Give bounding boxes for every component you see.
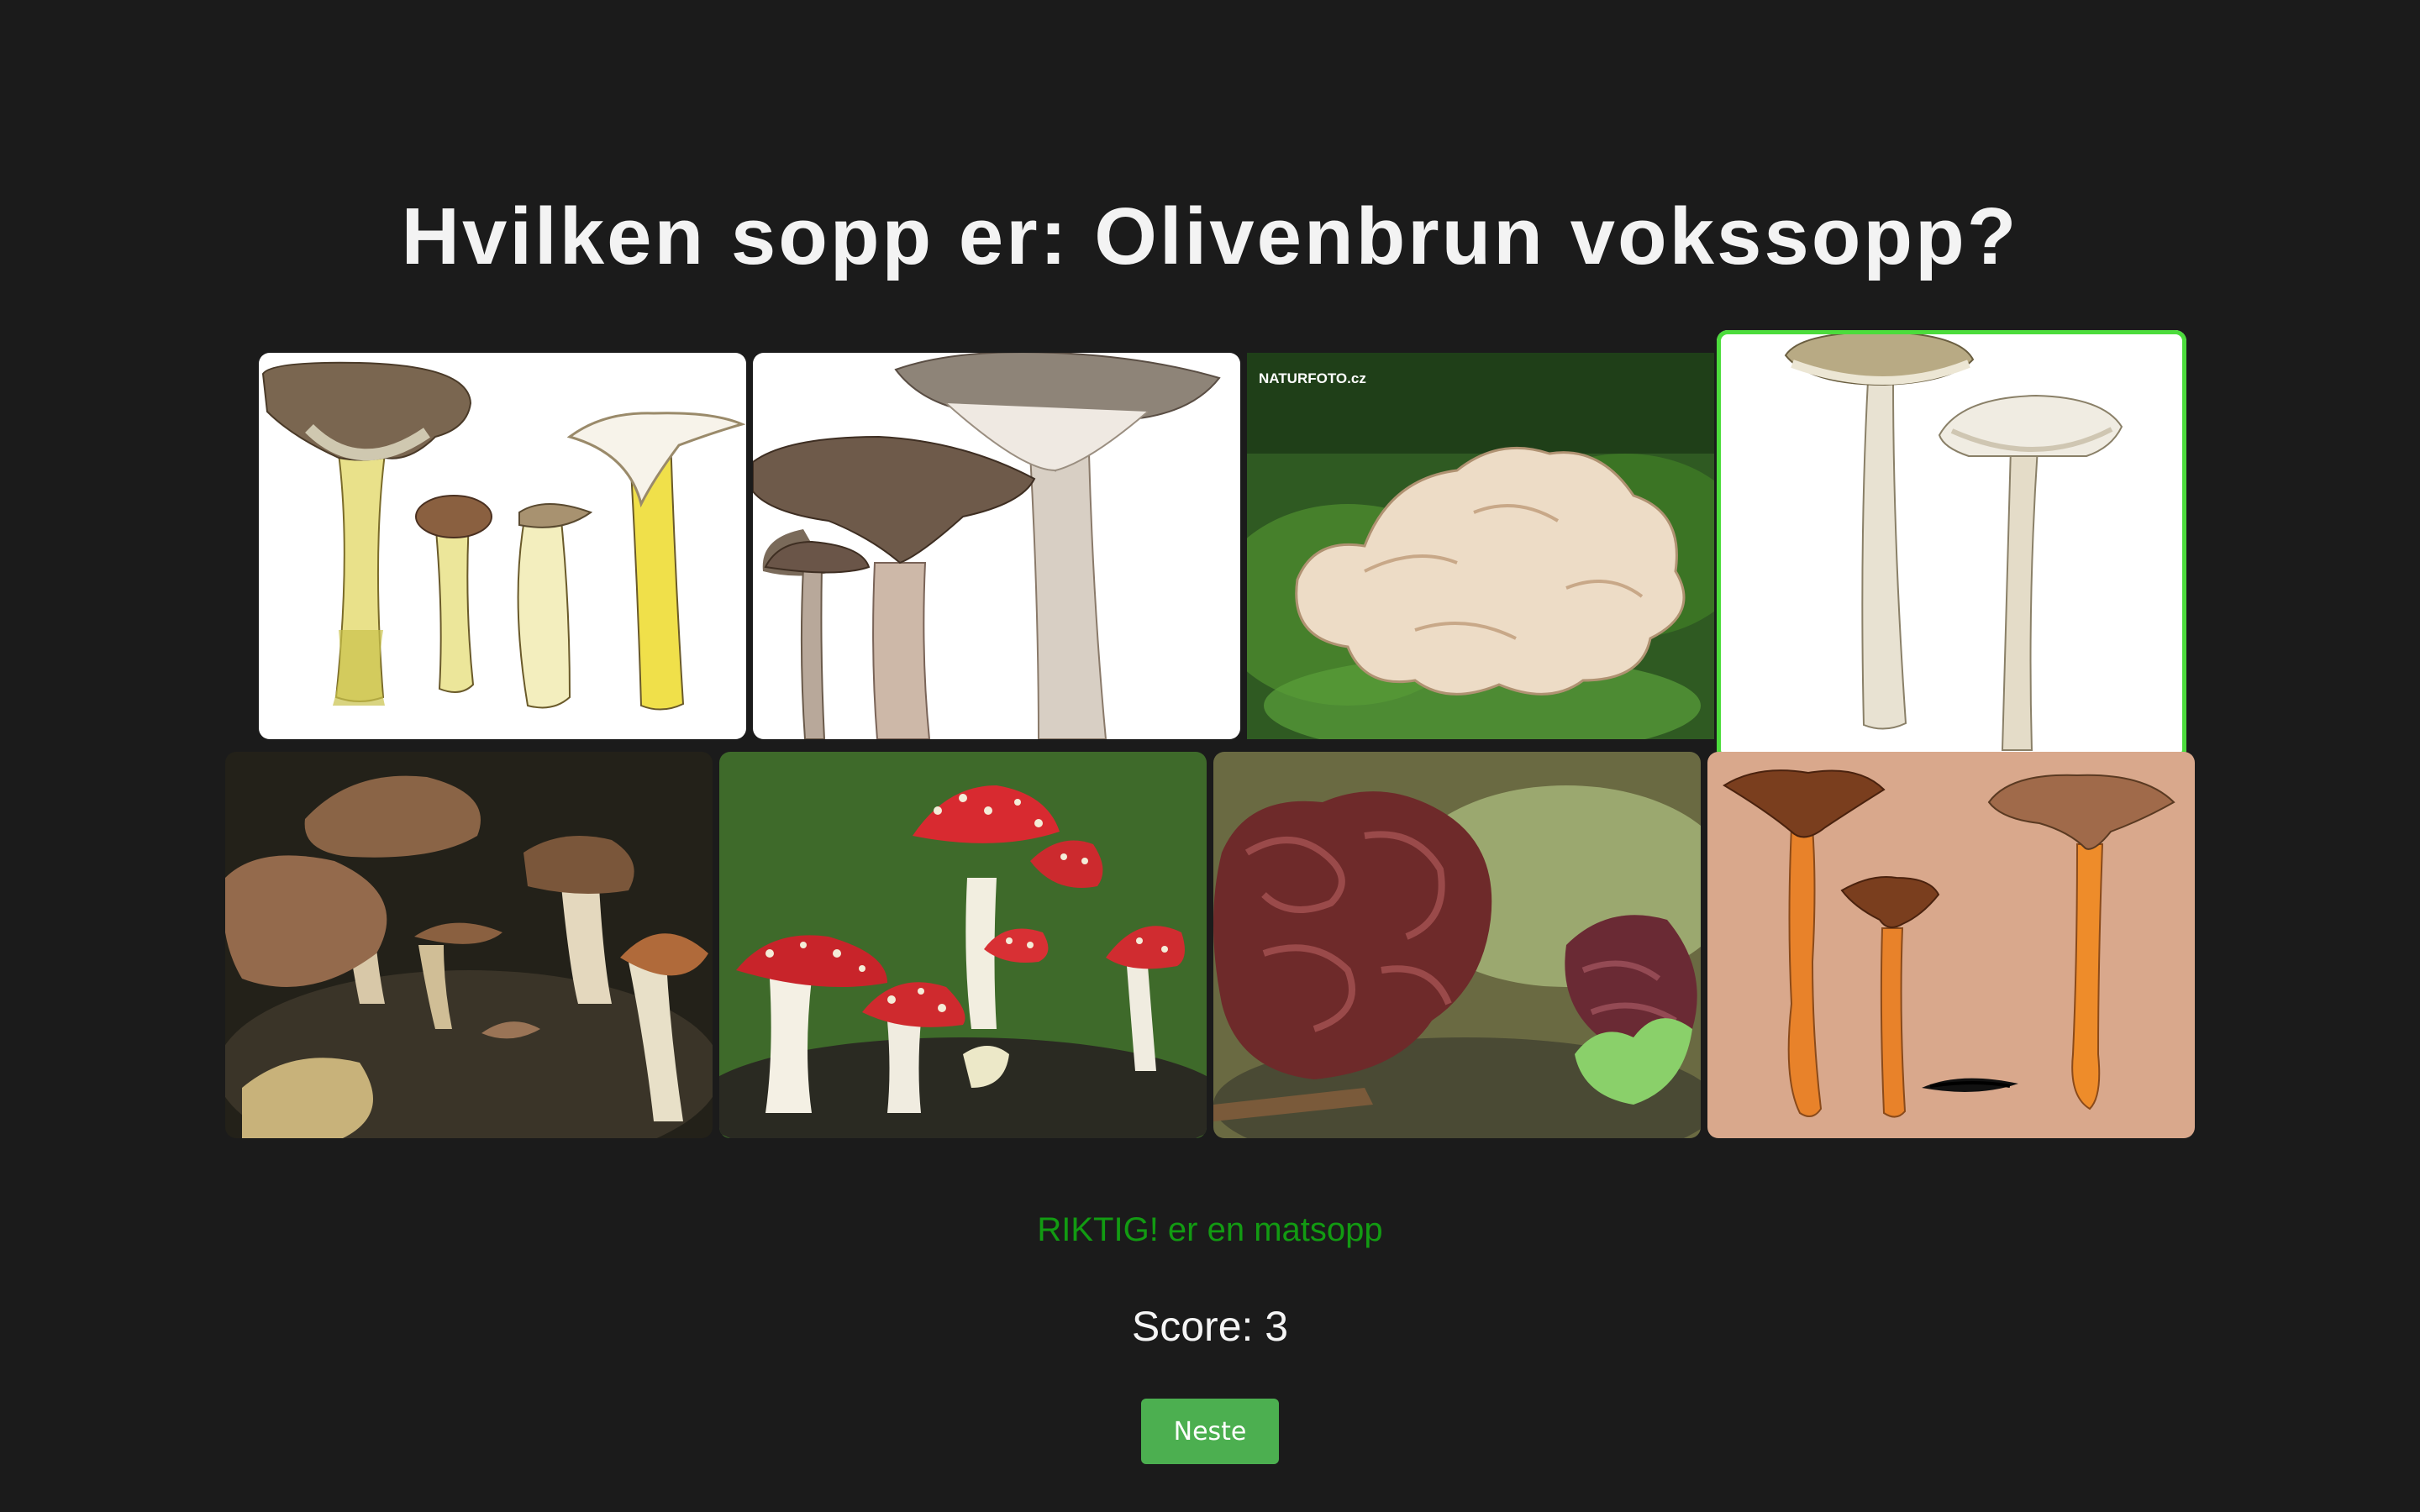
mushroom-option-3[interactable]: NATURFOTO.cz	[1247, 353, 1714, 739]
mushroom-illustration-grey-funnels	[753, 353, 1240, 739]
mushroom-option-5[interactable]	[225, 752, 713, 1138]
score-display: Score: 3	[1131, 1303, 1289, 1350]
answer-feedback: RIKTIG! er en matsopp	[1037, 1211, 1383, 1248]
mushroom-option-6[interactable]	[719, 752, 1207, 1138]
photo-brown-mushrooms-on-soil	[225, 752, 713, 1138]
mushroom-illustration-slender-pale	[1717, 330, 2186, 760]
mushroom-illustration-yellow-stems	[259, 353, 746, 739]
question-title: Hvilken sopp er: Olivenbrun vokssopp?	[401, 192, 2019, 281]
photo-false-morel	[1213, 752, 1701, 1138]
mushroom-illustration-orange-stems	[1707, 752, 2195, 1138]
mushroom-option-1[interactable]	[259, 353, 746, 739]
watermark-naturfoto: NATURFOTO.cz	[1259, 370, 1366, 386]
mushroom-option-2[interactable]	[753, 353, 1240, 739]
mushroom-option-7[interactable]	[1213, 752, 1701, 1138]
photo-pale-frilled-fungus: NATURFOTO.cz	[1247, 353, 1714, 739]
photo-red-fly-agaric	[719, 752, 1207, 1138]
next-button[interactable]: Neste	[1141, 1399, 1279, 1464]
mushroom-option-4[interactable]	[1717, 330, 2186, 760]
mushroom-option-8[interactable]	[1707, 752, 2195, 1138]
